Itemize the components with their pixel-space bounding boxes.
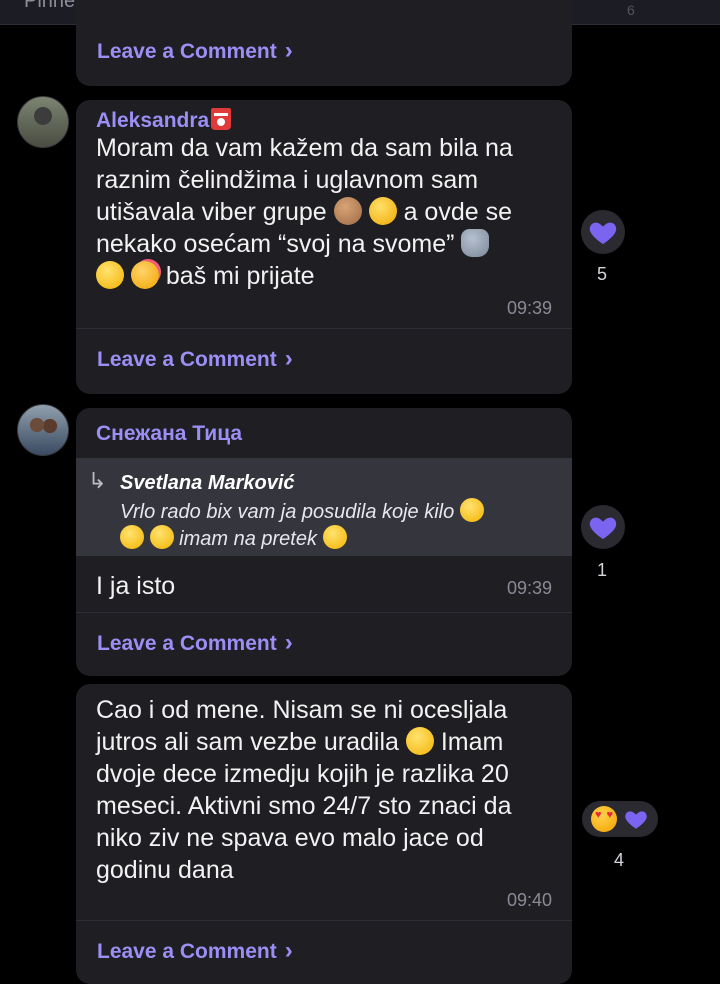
- avatar-aleksandra[interactable]: [17, 96, 69, 148]
- leave-comment-button[interactable]: Leave a Comment ›: [97, 36, 293, 64]
- heart-icon: [589, 222, 617, 244]
- post-card-aleksandra: Aleksandra Moram da vam kažem da sam bil…: [76, 100, 572, 394]
- reply-line: Vrlo rado bix vam ja posudila koje kilo: [120, 498, 540, 525]
- leave-comment-button[interactable]: Leave a Comment ›: [97, 936, 293, 964]
- sunglasses-emoji-icon: [322, 525, 347, 549]
- message-segment: a ovde se: [403, 198, 512, 226]
- rofl-emoji-icon: [149, 525, 174, 549]
- message-line: nekako osećam “svoj na svome”: [96, 228, 558, 260]
- leave-comment-label: Leave a Comment: [97, 348, 277, 371]
- reply-line: imam na pretek: [120, 525, 540, 552]
- grinning-emoji-icon: [405, 727, 434, 755]
- message-line: niko ziv ne spava evo malo jace od: [96, 824, 484, 852]
- message-segment: nekako osećam “svoj na svome”: [96, 230, 455, 258]
- message-line: Cao i od mene. Nisam se ni ocesljala: [96, 696, 508, 724]
- message-segment: utišavala viber grupe: [96, 198, 327, 226]
- leave-comment-label: Leave a Comment: [97, 632, 277, 655]
- reply-arrow-icon: ↳: [88, 468, 107, 493]
- divider: [76, 328, 572, 329]
- divider: [76, 920, 572, 921]
- reaction-count: 4: [614, 850, 625, 870]
- message-time: 09:40: [506, 890, 552, 910]
- leave-comment-label: Leave a Comment: [97, 40, 277, 63]
- reaction-count: 5: [597, 264, 608, 284]
- message-line: dvoje dece izmedju kojih je razlika 20: [96, 760, 509, 788]
- author-label: Aleksandra: [96, 109, 210, 132]
- reaction-button[interactable]: [581, 210, 625, 254]
- busts-emoji-icon: [461, 229, 490, 257]
- hugging-emoji-icon: [96, 261, 124, 289]
- message-text: Cao i od mene. Nisam se ni ocesljala jut…: [96, 694, 558, 886]
- message-text: Moram da vam kažem da sam bila na raznim…: [96, 132, 558, 292]
- message-line: raznim čelindžima i uglavnom sam: [96, 166, 479, 194]
- chevron-right-icon: ›: [284, 344, 293, 372]
- message-segment: Imam: [440, 728, 504, 756]
- reply-author: Svetlana Marković: [120, 472, 295, 494]
- post-card-continuation: Cao i od mene. Nisam se ni ocesljala jut…: [76, 684, 572, 984]
- message-segment: jutros ali sam vezbe uradila: [96, 728, 399, 756]
- reply-segment: Vrlo rado bix vam ja posudila koje kilo: [120, 501, 455, 523]
- post-card-snezana: Снежана Тица ↳ Svetlana Marković Vrlo ra…: [76, 408, 572, 676]
- rofl-emoji-icon: [459, 498, 484, 522]
- heart-icon: [589, 517, 617, 539]
- reaction-button[interactable]: [581, 505, 625, 549]
- reaction-count: 1: [597, 560, 608, 580]
- heart-icon: [625, 811, 647, 829]
- message-text: I ja isto: [96, 572, 176, 600]
- post-card-previous: Leave a Comment ›: [76, 0, 572, 86]
- pinned-count: 6: [627, 2, 635, 18]
- message-line: meseci. Aktivni smo 24/7 sto znaci da: [96, 792, 512, 820]
- reply-segment: imam na pretek: [179, 528, 317, 550]
- message-time: 09:39: [506, 298, 552, 318]
- chevron-right-icon: ›: [284, 936, 293, 964]
- cup-emoji-icon: [211, 108, 232, 130]
- reaction-button[interactable]: [582, 801, 658, 837]
- heart-eyes-emoji-icon: [591, 806, 617, 832]
- smiling-face-with-hearts-emoji-icon: [130, 261, 159, 289]
- see-no-evil-monkey-emoji-icon: [333, 197, 362, 225]
- message-segment: baš mi prijate: [165, 262, 315, 290]
- sweat-smile-emoji-icon: [368, 197, 397, 225]
- author-name[interactable]: Снежана Тица: [96, 422, 242, 446]
- leave-comment-label: Leave a Comment: [97, 940, 277, 963]
- message-line: jutros ali sam vezbe uradila Imam: [96, 726, 558, 758]
- chevron-right-icon: ›: [284, 36, 293, 64]
- message-time: 09:39: [506, 578, 552, 598]
- reply-quote[interactable]: ↳ Svetlana Marković Vrlo rado bix vam ja…: [76, 458, 572, 556]
- chevron-right-icon: ›: [284, 628, 293, 656]
- divider: [76, 612, 572, 613]
- rofl-emoji-icon: [120, 525, 144, 549]
- leave-comment-button[interactable]: Leave a Comment ›: [97, 628, 293, 656]
- message-line: baš mi prijate: [96, 260, 558, 292]
- reply-text: Vrlo rado bix vam ja posudila koje kilo …: [120, 498, 540, 552]
- message-line: Moram da vam kažem da sam bila na: [96, 134, 513, 162]
- leave-comment-button[interactable]: Leave a Comment ›: [97, 344, 293, 372]
- message-line: godinu dana: [96, 856, 234, 884]
- avatar-snezana[interactable]: [17, 404, 69, 456]
- author-name[interactable]: Aleksandra: [96, 108, 232, 133]
- message-line: utišavala viber grupe a ovde se: [96, 196, 558, 228]
